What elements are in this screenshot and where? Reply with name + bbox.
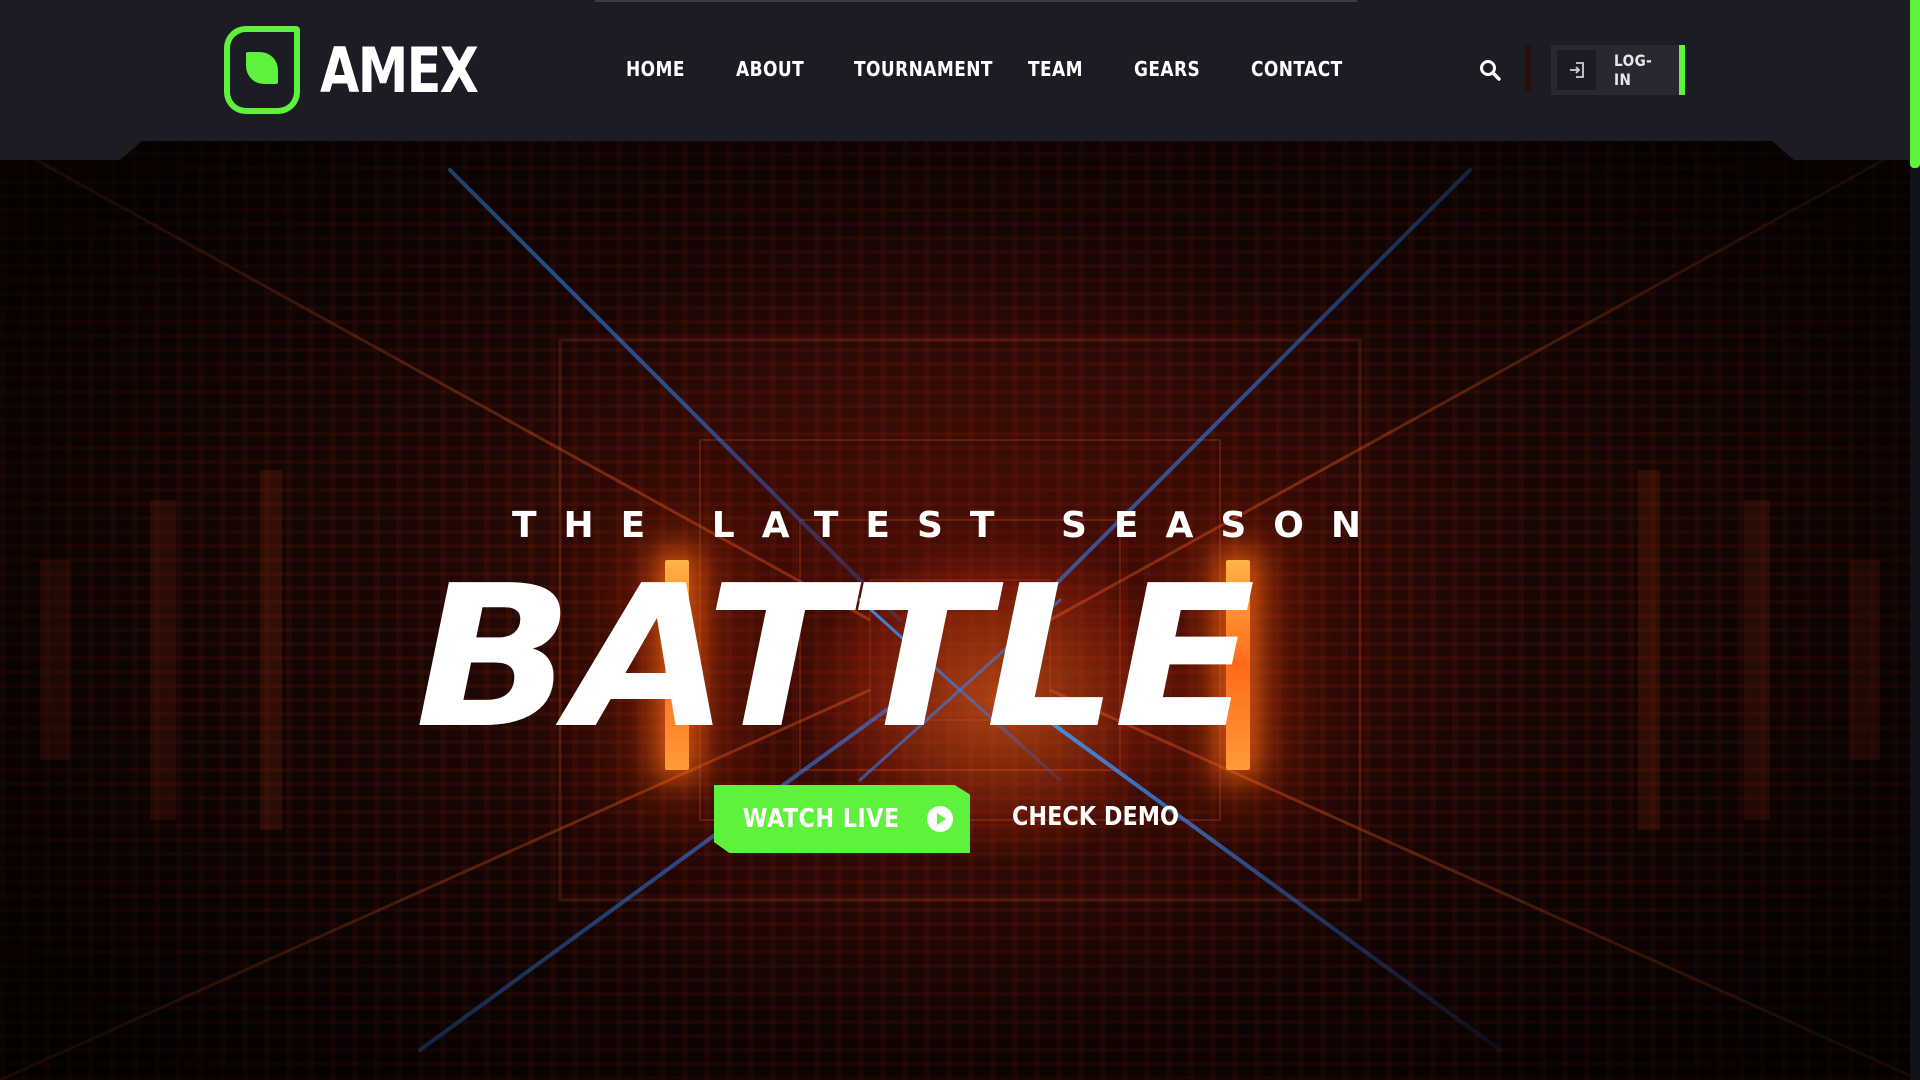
hero-subtitle: THE LATEST SEASON <box>512 505 1389 546</box>
header-divider <box>1525 46 1531 92</box>
watch-live-button[interactable]: WATCH LIVE <box>714 785 970 853</box>
nav-link-gears[interactable]: GEARS <box>1134 57 1200 81</box>
nav-item-team[interactable]: TEAM <box>1028 57 1093 81</box>
login-button[interactable]: LOG-IN <box>1551 45 1685 95</box>
nav-item-gears[interactable]: GEARS <box>1134 57 1212 81</box>
brand-logo[interactable]: AMEX <box>224 26 512 114</box>
brand-name: AMEX <box>320 33 479 107</box>
nav-link-team[interactable]: TEAM <box>1028 57 1083 81</box>
header-top-accent-line <box>595 0 1357 2</box>
nav-link-home[interactable]: HOME <box>626 57 685 81</box>
page: AMEX HOME ABOUT TOURNAMENT TEAM GEARS CO… <box>0 0 1920 1080</box>
nav-link-tournament[interactable]: TOURNAMENT <box>854 57 993 81</box>
search-icon[interactable] <box>1478 58 1502 82</box>
nav-item-about[interactable]: ABOUT <box>736 57 816 81</box>
watch-live-label: WATCH LIVE <box>742 804 900 834</box>
nav-item-tournament[interactable]: TOURNAMENT <box>854 57 1017 81</box>
hero-title: BATTLE <box>415 544 1256 772</box>
nav-link-contact[interactable]: CONTACT <box>1251 57 1343 81</box>
nav-link-about[interactable]: ABOUT <box>736 57 804 81</box>
nav-item-contact[interactable]: CONTACT <box>1251 57 1359 81</box>
nav-item-home[interactable]: HOME <box>626 57 695 81</box>
play-circle-icon <box>927 806 954 832</box>
scrollbar-thumb[interactable] <box>1910 0 1920 168</box>
check-demo-button[interactable]: CHECK DEMO <box>1012 802 1179 832</box>
leaf-logo-icon <box>224 26 300 114</box>
login-label: LOG-IN <box>1614 51 1653 89</box>
sign-in-icon <box>1557 50 1597 90</box>
